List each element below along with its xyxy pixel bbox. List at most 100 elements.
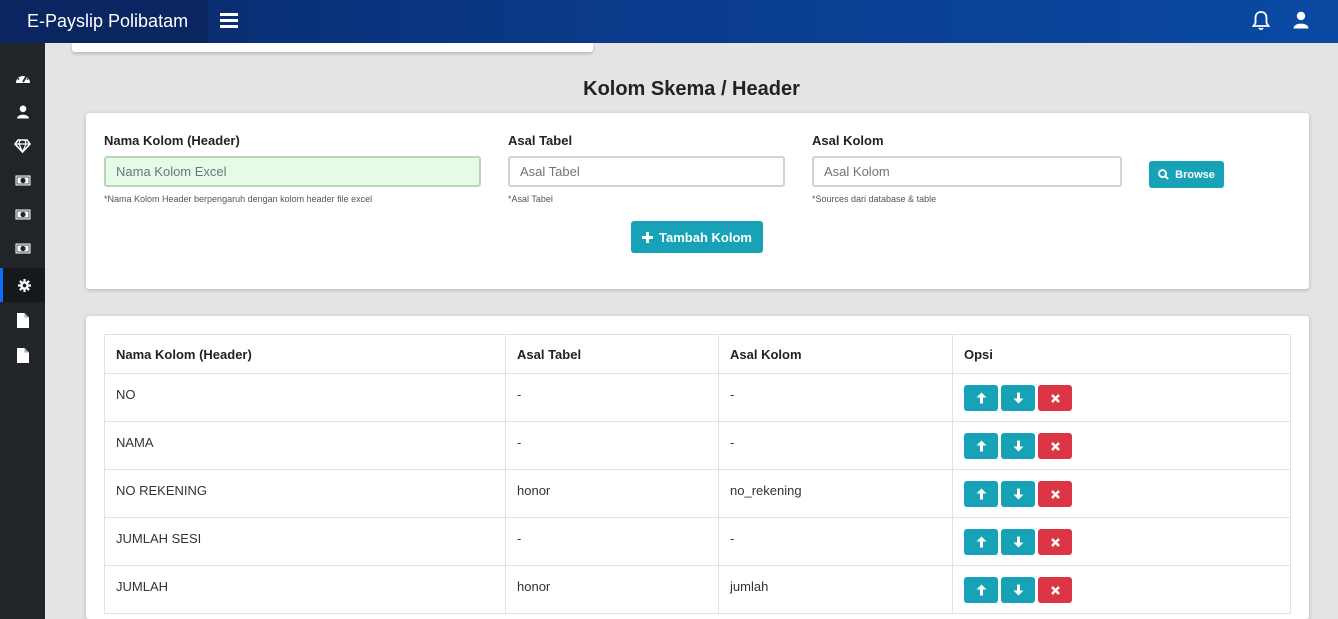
gear-icon xyxy=(17,278,31,292)
table-row: NAMA - - xyxy=(104,421,1291,470)
nama-kolom-help: *Nama Kolom Header berpengaruh dengan ko… xyxy=(104,194,373,204)
arrow-down-icon xyxy=(1013,392,1023,404)
column-header-nama: Nama Kolom (Header) xyxy=(104,334,506,374)
sidebar-item-file-2[interactable] xyxy=(0,338,45,372)
user-menu-button[interactable] xyxy=(1293,11,1309,34)
columns-table: Nama Kolom (Header) Asal Tabel Asal Kolo… xyxy=(104,334,1291,614)
cell-asal-kolom: - xyxy=(718,421,953,470)
move-up-button[interactable] xyxy=(964,481,998,507)
browse-button[interactable]: Browse xyxy=(1149,161,1224,188)
arrow-up-icon xyxy=(976,392,986,404)
browse-label: Browse xyxy=(1175,168,1215,181)
column-header-asal-tabel: Asal Tabel xyxy=(505,334,719,374)
move-down-button[interactable] xyxy=(1001,577,1035,603)
close-icon xyxy=(1050,393,1060,403)
arrow-up-icon xyxy=(976,488,986,500)
arrow-up-icon xyxy=(976,440,986,452)
sidebar-item-money-1[interactable] xyxy=(0,163,45,197)
move-up-button[interactable] xyxy=(964,577,998,603)
cell-asal-tabel: honor xyxy=(505,469,719,518)
delete-button[interactable] xyxy=(1038,529,1072,555)
columns-table-card: Nama Kolom (Header) Asal Tabel Asal Kolo… xyxy=(86,316,1309,619)
delete-button[interactable] xyxy=(1038,433,1072,459)
move-up-button[interactable] xyxy=(964,385,998,411)
move-up-button[interactable] xyxy=(964,529,998,555)
close-icon xyxy=(1050,489,1060,499)
delete-button[interactable] xyxy=(1038,481,1072,507)
tambah-kolom-button[interactable]: Tambah Kolom xyxy=(631,221,763,253)
sidebar-item-diamond[interactable] xyxy=(0,129,45,163)
cell-opsi xyxy=(952,565,1291,614)
sidebar-item-users[interactable] xyxy=(0,95,45,129)
table-row: JUMLAH honor jumlah xyxy=(104,565,1291,614)
arrow-up-icon xyxy=(976,536,986,548)
move-down-button[interactable] xyxy=(1001,481,1035,507)
money-icon xyxy=(15,175,30,185)
column-header-opsi: Opsi xyxy=(952,334,1291,374)
move-down-button[interactable] xyxy=(1001,433,1035,459)
nama-kolom-label: Nama Kolom (Header) xyxy=(104,133,240,148)
table-row: NO - - xyxy=(104,373,1291,422)
add-column-form-card: Nama Kolom (Header) *Nama Kolom Header b… xyxy=(86,113,1309,289)
move-down-button[interactable] xyxy=(1001,385,1035,411)
cell-nama: JUMLAH xyxy=(104,565,506,614)
arrow-up-icon xyxy=(976,584,986,596)
cell-nama: NAMA xyxy=(104,421,506,470)
user-icon xyxy=(1293,11,1309,29)
asal-kolom-input[interactable] xyxy=(812,156,1122,187)
notifications-button[interactable] xyxy=(1251,11,1271,36)
tambah-kolom-label: Tambah Kolom xyxy=(659,229,752,245)
cell-asal-tabel: - xyxy=(505,517,719,566)
cell-asal-tabel: - xyxy=(505,421,719,470)
close-icon xyxy=(1050,441,1060,451)
diamond-icon xyxy=(14,139,31,153)
top-navbar: E-Payslip Polibatam xyxy=(0,0,1338,43)
arrow-down-icon xyxy=(1013,536,1023,548)
user-icon xyxy=(16,105,29,119)
cell-asal-kolom: - xyxy=(718,517,953,566)
nama-kolom-input[interactable] xyxy=(104,156,481,187)
search-icon xyxy=(1158,169,1169,180)
previous-card-bottom xyxy=(72,43,593,52)
arrow-down-icon xyxy=(1013,440,1023,452)
cell-opsi xyxy=(952,469,1291,518)
arrow-down-icon xyxy=(1013,488,1023,500)
sidebar xyxy=(0,43,45,619)
app-title[interactable]: E-Payslip Polibatam xyxy=(0,0,208,43)
money-icon xyxy=(15,243,30,253)
sidebar-item-money-3[interactable] xyxy=(0,231,45,265)
cell-asal-kolom: - xyxy=(718,373,953,422)
cell-opsi xyxy=(952,421,1291,470)
file-icon xyxy=(16,312,29,328)
cell-nama: JUMLAH SESI xyxy=(104,517,506,566)
move-down-button[interactable] xyxy=(1001,529,1035,555)
page-title: Kolom Skema / Header xyxy=(583,78,800,100)
delete-button[interactable] xyxy=(1038,577,1072,603)
sidebar-item-money-2[interactable] xyxy=(0,197,45,231)
delete-button[interactable] xyxy=(1038,385,1072,411)
cell-asal-kolom: jumlah xyxy=(718,565,953,614)
sidebar-item-dashboard[interactable] xyxy=(0,61,45,95)
table-row: NO REKENING honor no_rekening xyxy=(104,469,1291,518)
arrow-down-icon xyxy=(1013,584,1023,596)
move-up-button[interactable] xyxy=(964,433,998,459)
asal-tabel-label: Asal Tabel xyxy=(508,133,573,148)
cell-asal-tabel: - xyxy=(505,373,719,422)
plus-icon xyxy=(642,231,654,243)
cell-opsi xyxy=(952,373,1291,422)
sidebar-item-settings[interactable] xyxy=(0,268,45,302)
cell-asal-tabel: honor xyxy=(505,565,719,614)
cell-nama: NO xyxy=(104,373,506,422)
cell-nama: NO REKENING xyxy=(104,469,506,518)
asal-kolom-help: *Sources dari database & table xyxy=(812,194,937,204)
bell-icon xyxy=(1251,11,1271,31)
money-icon xyxy=(15,209,30,219)
dashboard-icon xyxy=(15,73,30,83)
sidebar-toggle-button[interactable] xyxy=(208,0,250,43)
sidebar-item-file-1[interactable] xyxy=(0,303,45,337)
cell-asal-kolom: no_rekening xyxy=(718,469,953,518)
table-header-row: Nama Kolom (Header) Asal Tabel Asal Kolo… xyxy=(104,334,1291,374)
asal-tabel-input[interactable] xyxy=(508,156,785,187)
asal-kolom-label: Asal Kolom xyxy=(812,133,884,148)
table-row: JUMLAH SESI - - xyxy=(104,517,1291,566)
